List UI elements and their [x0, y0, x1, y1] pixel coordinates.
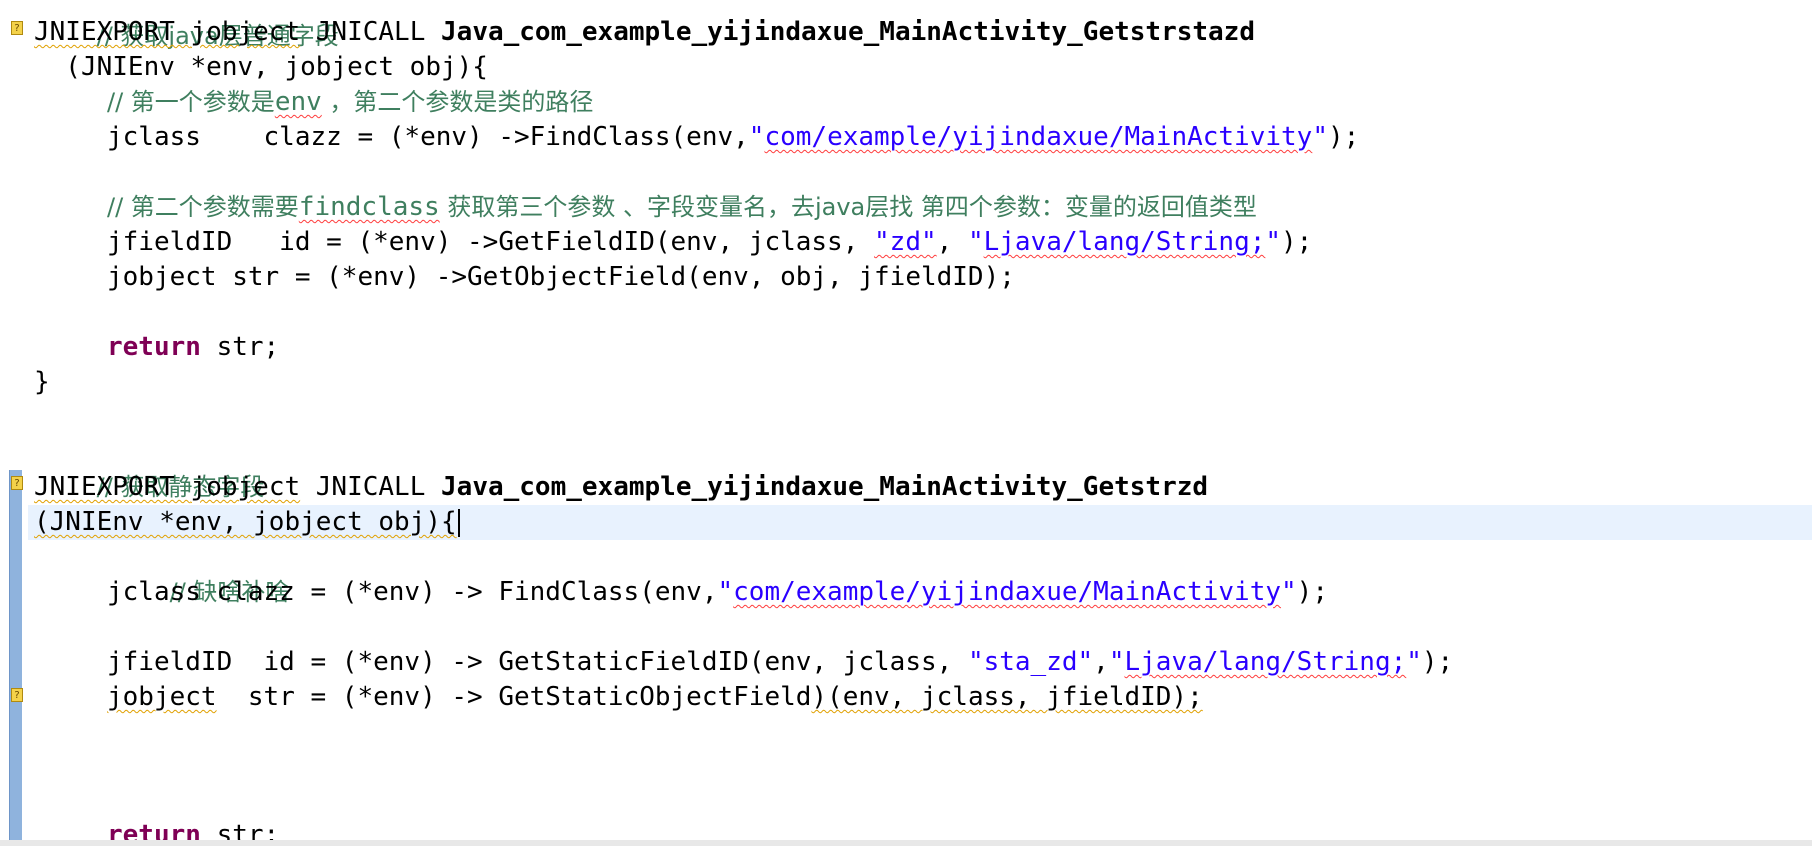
code-line[interactable]: jfieldID id = (*env) ->GetFieldID(env, j… [107, 225, 1312, 260]
code-line[interactable]: // 第一个参数是env ，第二个参数是类的路径 [107, 85, 593, 120]
code-line[interactable]: return str; [107, 330, 279, 365]
code-line[interactable]: jclass clazz = (*env) ->FindClass(env,"c… [107, 120, 1359, 155]
code-token: jobject [107, 682, 217, 712]
code-token: JNIEXPORT [34, 17, 191, 47]
code-line[interactable]: jobject str = (*env) -> GetStaticObjectF… [107, 680, 1203, 715]
string-literal: " [1108, 647, 1125, 677]
warning-marker-icon[interactable]: ? [11, 476, 23, 490]
code-token: str; [200, 332, 280, 362]
string-literal: com/example/yijindaxue/MainActivity [733, 577, 1282, 607]
function-name: Java_com_example_yijindaxue_MainActivity… [441, 472, 1209, 502]
code-token: jclass clazz = (*env) -> FindClass(env, [107, 577, 718, 607]
code-token: JNICALL [300, 17, 442, 47]
code-line[interactable]: // 缺啥补啥 [107, 540, 290, 606]
code-line[interactable]: // 获取静态字段 [34, 435, 265, 501]
string-literal: " [1281, 577, 1297, 607]
code-line[interactable]: } [34, 365, 50, 400]
code-line[interactable]: jclass clazz = (*env) -> FindClass(env,"… [107, 575, 1328, 610]
horizontal-scrollbar[interactable] [0, 840, 1812, 846]
string-literal: "sta_zd" [967, 647, 1094, 677]
code-token: ); [1296, 577, 1328, 607]
code-token: jobject [190, 17, 301, 47]
code-line[interactable]: (JNIEnv *env, jobject obj){ [34, 50, 488, 85]
string-literal: " [748, 122, 765, 152]
code-token: jfieldID id = (*env) ->GetFieldID(env, j… [107, 227, 875, 257]
code-token: ); [1421, 647, 1454, 677]
code-token: str = (*env) -> GetStaticObjectField [216, 682, 812, 712]
warning-marker-icon[interactable]: ? [11, 21, 23, 35]
code-token: , [936, 227, 968, 257]
code-line-current[interactable]: (JNIEnv *env, jobject obj){ [34, 505, 460, 540]
warning-marker-icon[interactable]: ? [11, 688, 23, 702]
code-comment: // 第二个参数需要 [107, 193, 299, 221]
code-token: jclass clazz = (*env) ->FindClass(env, [107, 122, 749, 152]
string-literal: " [717, 577, 734, 607]
string-literal: "zd" [874, 227, 937, 257]
code-token: jfieldID id = (*env) -> GetStaticFieldID… [107, 647, 968, 677]
code-token: (JNIEnv *env, jobject obj){ [34, 507, 457, 537]
code-token: , [1093, 647, 1109, 677]
quick-diff-bar [9, 470, 22, 846]
string-literal: Ljava/lang/String; [983, 227, 1266, 257]
function-name: Java_com_example_yijindaxue_MainActivity… [441, 17, 1255, 47]
text-cursor [457, 508, 460, 537]
code-editor[interactable]: ? ? ? // 获取java层普通字段 JNIEXPORT jobject J… [0, 0, 1812, 846]
code-line[interactable]: jobject str = (*env) ->GetObjectField(en… [107, 260, 1015, 295]
code-token: ); [1327, 122, 1360, 152]
code-token: jobject [190, 472, 301, 502]
code-line[interactable]: jfieldID id = (*env) -> GetStaticFieldID… [107, 645, 1453, 680]
keyword: return [107, 332, 201, 362]
code-comment: // 第一个参数是 [107, 88, 275, 116]
string-literal: Ljava/lang/String; [1124, 647, 1407, 677]
code-token: ); [1281, 227, 1313, 257]
string-literal: com/example/yijindaxue/MainActivity [764, 122, 1313, 152]
code-token: )(env, jclass, jfieldID); [811, 682, 1203, 712]
string-literal: " [1265, 227, 1282, 257]
code-line[interactable]: // 第二个参数需要findclass 获取第三个参数 、字段变量名，去java… [107, 190, 1257, 225]
string-literal: " [1312, 122, 1328, 152]
code-line[interactable]: JNIEXPORT jobject JNICALL Java_com_examp… [34, 470, 1208, 505]
string-literal: " [1406, 647, 1422, 677]
string-literal: " [967, 227, 984, 257]
code-comment: ，第二个参数是类的路径 [321, 88, 594, 116]
code-comment: env [274, 87, 322, 117]
code-comment: findclass [298, 192, 440, 222]
code-comment: 获取第三个参数 、字段变量名，去java层找 第四个参数：变量的返回值类型 [439, 193, 1257, 221]
code-line[interactable]: JNIEXPORT jobject JNICALL Java_com_examp… [34, 15, 1255, 50]
code-token: JNICALL [300, 472, 442, 502]
code-token: JNIEXPORT [34, 472, 191, 502]
